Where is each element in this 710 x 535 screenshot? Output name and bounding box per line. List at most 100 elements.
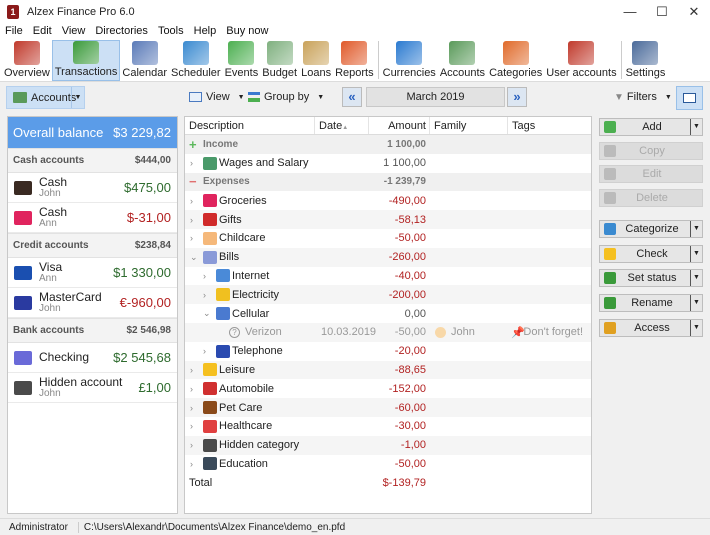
toolbar-overview-button[interactable]: Overview — [2, 40, 52, 81]
category-row[interactable]: › Leisure -88,65 — [185, 360, 591, 380]
account-item[interactable]: Visa Ann $1 330,00 — [8, 258, 177, 288]
toolbar-accounts-button[interactable]: Accounts — [438, 40, 487, 81]
toolbar-calendar-button[interactable]: Calendar — [120, 40, 169, 81]
maximize-button[interactable]: ☐ — [646, 0, 678, 23]
account-group-header[interactable]: Cash accounts $444,00 — [8, 148, 177, 173]
categorize-button[interactable]: Categorize ▼ — [599, 220, 703, 238]
toolbar-label: Budget — [262, 67, 298, 79]
section-row[interactable]: + Income 1 100,00 — [185, 135, 591, 154]
expand-chevron-icon[interactable]: › — [190, 215, 193, 225]
column-date[interactable]: Date▲ — [315, 117, 369, 134]
column-tags[interactable]: Tags — [508, 117, 591, 134]
chevron-down-icon[interactable]: ▼ — [690, 221, 702, 237]
expand-chevron-icon[interactable]: › — [190, 421, 193, 431]
check-button[interactable]: Check ▼ — [599, 245, 703, 263]
account-balance: $1 330,00 — [113, 265, 171, 280]
chevron-down-icon[interactable]: ▼ — [690, 295, 702, 311]
menu-tools[interactable]: Tools — [153, 25, 189, 37]
section-row[interactable]: − Expenses -1 239,79 — [185, 172, 591, 192]
toolbar-label: Loans — [301, 67, 332, 79]
chevron-down-icon[interactable]: ▼ — [690, 119, 702, 135]
access-button[interactable]: Access ▼ — [599, 319, 703, 337]
group-by-button[interactable]: Group by ▼ — [248, 91, 324, 103]
toolbar-currencies-button[interactable]: Currencies — [381, 40, 438, 81]
menu-view[interactable]: View — [57, 25, 91, 37]
expand-chevron-icon[interactable]: › — [203, 271, 206, 281]
category-row[interactable]: › Pet Care -60,00 — [185, 398, 591, 417]
account-item[interactable]: Checking $2 545,68 — [8, 343, 177, 373]
column-amount[interactable]: Amount — [369, 117, 430, 134]
overall-balance-row[interactable]: Overall balance $3 229,82 — [8, 117, 177, 148]
add-button[interactable]: Add ▼ — [599, 118, 703, 136]
account-item[interactable]: Hidden account John £1,00 — [8, 373, 177, 403]
account-item[interactable]: MasterCard John €-960,00 — [8, 288, 177, 318]
category-row[interactable]: › Hidden category -1,00 — [185, 435, 591, 455]
menu-file[interactable]: File — [0, 25, 28, 37]
expand-chevron-icon[interactable]: › — [203, 290, 206, 300]
set-status-button[interactable]: Set status ▼ — [599, 269, 703, 287]
expand-chevron-icon[interactable]: › — [190, 365, 193, 375]
account-item[interactable]: Cash Ann $-31,00 — [8, 203, 177, 233]
toolbar-categories-button[interactable]: Categories — [487, 40, 544, 81]
expand-chevron-icon[interactable]: › — [190, 384, 193, 394]
copy-button[interactable]: Copy — [599, 142, 703, 160]
category-row[interactable]: ⌄ Bills -260,00 — [185, 247, 591, 267]
previous-period-button[interactable]: « — [342, 87, 362, 107]
toolbar-loans-button[interactable]: Loans — [299, 40, 333, 81]
menu-help[interactable]: Help — [189, 25, 222, 37]
toolbar-events-button[interactable]: Events — [223, 40, 261, 81]
category-row[interactable]: ⌄ Cellular 0,00 — [185, 304, 591, 323]
category-row[interactable]: › Automobile -152,00 — [185, 379, 591, 398]
category-row[interactable]: › Education -50,00 — [185, 455, 591, 474]
category-row[interactable]: › Healthcare -30,00 — [185, 417, 591, 436]
category-row[interactable]: › Wages and Salary 1 100,00 — [185, 154, 591, 173]
menu-edit[interactable]: Edit — [28, 25, 57, 37]
next-period-button[interactable]: » — [507, 87, 527, 107]
rename-button[interactable]: Rename ▼ — [599, 294, 703, 312]
expand-chevron-icon[interactable]: › — [190, 233, 193, 243]
expand-chevron-icon[interactable]: › — [190, 158, 193, 168]
category-row[interactable]: › Gifts -58,13 — [185, 210, 591, 229]
category-row[interactable]: › Telephone -20,00 — [185, 342, 591, 361]
toolbar-settings-button[interactable]: Settings — [624, 40, 668, 81]
toolbar-transactions-button[interactable]: Transactions — [51, 40, 121, 81]
close-button[interactable]: ✕ — [678, 0, 710, 23]
view-menu-button[interactable]: View ▼ — [189, 91, 245, 103]
expand-chevron-icon[interactable]: › — [203, 346, 206, 356]
account-group-header[interactable]: Credit accounts $238,84 — [8, 233, 177, 258]
accounts-dropdown-caret[interactable]: ▼ — [71, 87, 84, 108]
column-family-member[interactable]: Family member — [430, 117, 508, 150]
category-row[interactable]: › Internet -40,00 — [185, 267, 591, 286]
chevron-down-icon[interactable]: ▼ — [690, 320, 702, 336]
edit-button[interactable]: Edit — [599, 165, 703, 183]
menu-buy-now[interactable]: Buy now — [221, 25, 273, 37]
details-pane-toggle[interactable] — [676, 86, 703, 110]
toolbar-scheduler-button[interactable]: Scheduler — [169, 40, 223, 81]
toolbar-user-accounts-button[interactable]: User accounts — [544, 40, 618, 81]
account-item[interactable]: Cash John $475,00 — [8, 173, 177, 203]
category-row[interactable]: › Electricity -200,00 — [185, 285, 591, 305]
period-selector[interactable]: March 2019 — [366, 87, 505, 107]
overview-icon — [13, 41, 40, 65]
account-group-header[interactable]: Bank accounts $2 546,98 — [8, 318, 177, 343]
toolbar-label: Transactions — [54, 66, 118, 78]
category-row[interactable]: › Groceries -490,00 — [185, 191, 591, 210]
column-description[interactable]: Description — [185, 117, 315, 134]
delete-button[interactable]: Delete — [599, 189, 703, 207]
toolbar-reports-button[interactable]: Reports — [333, 40, 376, 81]
expand-chevron-icon[interactable]: › — [190, 440, 193, 450]
category-row[interactable]: › Childcare -50,00 — [185, 229, 591, 248]
expand-chevron-icon[interactable]: › — [190, 196, 193, 206]
collapse-chevron-icon[interactable]: ⌄ — [190, 252, 198, 263]
chevron-down-icon[interactable]: ▼ — [690, 246, 702, 262]
accounts-panel-button[interactable]: Accounts ▼ — [6, 86, 85, 109]
toolbar-budget-button[interactable]: Budget — [260, 40, 299, 81]
expand-chevron-icon[interactable]: › — [190, 459, 193, 469]
filters-button[interactable]: ▼ Filters ▼ — [614, 91, 672, 103]
minimize-button[interactable]: — — [614, 0, 646, 23]
transaction-row[interactable]: ? Verizon 10.03.2019 -50,00 John 📌 Don't forge… — [185, 322, 591, 342]
collapse-chevron-icon[interactable]: ⌄ — [203, 308, 211, 319]
expand-chevron-icon[interactable]: › — [190, 403, 193, 413]
menu-directories[interactable]: Directories — [90, 25, 153, 37]
chevron-down-icon[interactable]: ▼ — [690, 270, 702, 286]
